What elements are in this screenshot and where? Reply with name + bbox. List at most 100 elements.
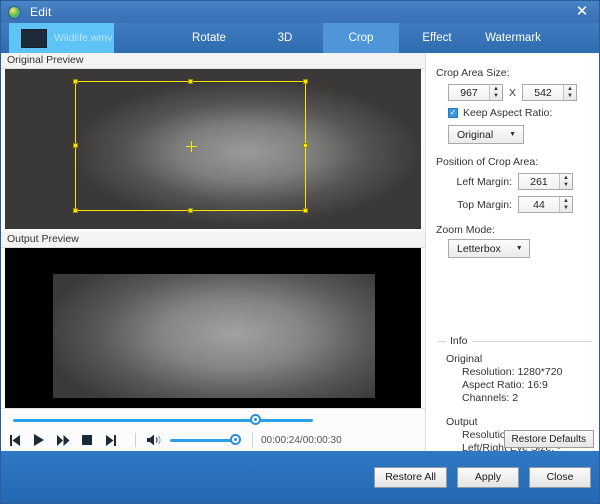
controls-divider-1: [135, 433, 136, 447]
crop-width-up-icon[interactable]: ▲: [490, 85, 502, 93]
speaker-icon[interactable]: [144, 429, 164, 451]
crop-handle-bottom-left[interactable]: [73, 208, 78, 213]
info-original-aspect-ratio: Aspect Ratio: 16:9: [462, 379, 548, 391]
file-tab-wildlife[interactable]: Wildlife.wmv: [9, 23, 114, 53]
seek-slider[interactable]: [13, 414, 313, 426]
crop-height-down-icon[interactable]: ▼: [564, 93, 576, 101]
seek-handle[interactable]: [250, 414, 261, 425]
left-margin-label: Left Margin:: [456, 175, 512, 188]
original-preview-label: Original Preview: [1, 53, 425, 69]
tab-watermark[interactable]: Watermark: [475, 23, 551, 53]
top-margin-value[interactable]: 44: [519, 197, 559, 212]
crop-width-down-icon[interactable]: ▼: [490, 93, 502, 101]
top-margin-arrows[interactable]: ▲ ▼: [559, 197, 572, 212]
controls-divider-2: [252, 433, 253, 447]
crop-settings-pane: Crop Area Size: 967 ▲ ▼ X 542 ▲ ▼ ✓ Keep…: [425, 53, 599, 480]
original-preview-video[interactable]: [5, 69, 421, 229]
crop-width-stepper[interactable]: 967 ▲ ▼: [448, 84, 503, 101]
tab-strip: Wildlife.wmv Rotate 3D Crop Effect Water…: [1, 23, 599, 53]
crop-height-value[interactable]: 542: [523, 85, 564, 100]
file-tab-label: Wildlife.wmv: [54, 32, 113, 44]
crop-height-stepper[interactable]: 542 ▲ ▼: [522, 84, 578, 101]
tab-3d[interactable]: 3D: [247, 23, 323, 53]
close-icon[interactable]: ✕: [569, 3, 595, 21]
letterbox-bar-left: [5, 248, 53, 420]
top-margin-up-icon[interactable]: ▲: [560, 197, 572, 205]
crop-handle-top-right[interactable]: [303, 79, 308, 84]
info-legend-label: Info: [446, 335, 472, 347]
main-body: Original Preview Output Preview 00:00:24…: [1, 53, 599, 480]
edit-tabs: Rotate 3D Crop Effect Watermark: [171, 23, 551, 53]
volume-slider[interactable]: [164, 434, 244, 446]
zoom-mode-dropdown[interactable]: Letterbox ▼: [448, 239, 530, 258]
zoom-mode-value: Letterbox: [457, 242, 501, 255]
apply-button[interactable]: Apply: [457, 466, 519, 488]
crop-handle-top-center[interactable]: [187, 79, 193, 84]
close-button[interactable]: Close: [529, 466, 591, 488]
crop-handle-bottom-right[interactable]: [303, 208, 308, 213]
crop-handle-top-left[interactable]: [73, 79, 78, 84]
output-preview-video: [5, 248, 421, 420]
skip-next-icon[interactable]: [101, 429, 121, 451]
crop-handle-bottom-center[interactable]: [187, 208, 193, 213]
info-original-channels: Channels: 2: [462, 392, 519, 404]
tab-effect[interactable]: Effect: [399, 23, 475, 53]
left-margin-down-icon[interactable]: ▼: [560, 182, 572, 190]
letterbox-bar-top: [5, 248, 421, 274]
playback-controls: 00:00:24/00:00:30: [1, 428, 425, 452]
footer-bar: Restore All Apply Close: [1, 451, 599, 503]
globe-icon: [8, 5, 21, 19]
crop-width-value[interactable]: 967: [449, 85, 489, 100]
crop-size-row: 967 ▲ ▼ X 542 ▲ ▼: [448, 84, 578, 101]
skip-previous-icon[interactable]: [5, 429, 25, 451]
keep-aspect-ratio-checkbox[interactable]: ✓: [448, 108, 458, 118]
keep-aspect-ratio-label: Keep Aspect Ratio:: [463, 107, 553, 119]
info-original-heading: Original: [446, 353, 483, 365]
top-margin-down-icon[interactable]: ▼: [560, 205, 572, 213]
crop-selection-rect[interactable]: [73, 79, 308, 213]
time-display: 00:00:24/00:00:30: [261, 434, 342, 446]
preview-pane: Original Preview Output Preview 00:00:24…: [1, 53, 425, 453]
window-title: Edit: [30, 5, 52, 19]
top-margin-row: Top Margin: 44 ▲ ▼: [448, 196, 573, 213]
info-original-resolution: Resolution: 1280*720: [462, 366, 563, 378]
top-margin-stepper[interactable]: 44 ▲ ▼: [518, 196, 573, 213]
top-margin-label: Top Margin:: [457, 198, 512, 211]
position-of-crop-area-label: Position of Crop Area:: [436, 156, 539, 168]
volume-handle[interactable]: [230, 434, 241, 445]
crop-width-arrows[interactable]: ▲ ▼: [489, 85, 502, 100]
restore-defaults-button[interactable]: Restore Defaults: [503, 430, 594, 448]
crop-handle-middle-left[interactable]: [73, 143, 78, 148]
letterbox-bar-right: [375, 248, 421, 420]
size-separator-label: X: [509, 86, 517, 99]
chevron-down-icon: ▼: [509, 131, 516, 138]
title-bar: Edit ✕: [1, 1, 599, 23]
left-margin-row: Left Margin: 261 ▲ ▼: [448, 173, 573, 190]
output-preview-label: Output Preview: [1, 232, 425, 248]
restore-all-button[interactable]: Restore All: [374, 466, 447, 488]
zoom-mode-chevron-down-icon: ▼: [515, 245, 523, 252]
zoom-mode-label: Zoom Mode:: [436, 224, 495, 236]
crop-center-crosshair-icon: [185, 141, 197, 152]
edit-window: Edit ✕ Wildlife.wmv Rotate 3D Crop Effec…: [0, 0, 600, 504]
crop-height-arrows[interactable]: ▲ ▼: [563, 85, 577, 101]
left-margin-arrows[interactable]: ▲ ▼: [559, 174, 572, 189]
seek-track: [13, 419, 313, 422]
crop-handle-middle-right[interactable]: [303, 143, 308, 148]
left-margin-stepper[interactable]: 261 ▲ ▼: [518, 173, 573, 190]
keep-aspect-ratio-row[interactable]: ✓ Keep Aspect Ratio:: [448, 107, 552, 119]
crop-area-size-label: Crop Area Size:: [436, 67, 510, 79]
transport-bar: 00:00:24/00:00:30: [1, 408, 425, 453]
fast-forward-icon[interactable]: [53, 429, 73, 451]
file-thumbnail: [21, 28, 47, 48]
left-margin-up-icon[interactable]: ▲: [560, 174, 572, 182]
tab-crop[interactable]: Crop: [323, 23, 399, 53]
left-margin-value[interactable]: 261: [519, 174, 559, 189]
play-icon[interactable]: [29, 429, 49, 451]
stop-icon[interactable]: [77, 429, 97, 451]
aspect-ratio-dropdown[interactable]: Original ▼: [448, 125, 524, 144]
aspect-ratio-value: Original: [457, 128, 494, 141]
crop-height-up-icon[interactable]: ▲: [564, 85, 576, 93]
tab-rotate[interactable]: Rotate: [171, 23, 247, 53]
info-output-heading: Output: [446, 416, 478, 428]
